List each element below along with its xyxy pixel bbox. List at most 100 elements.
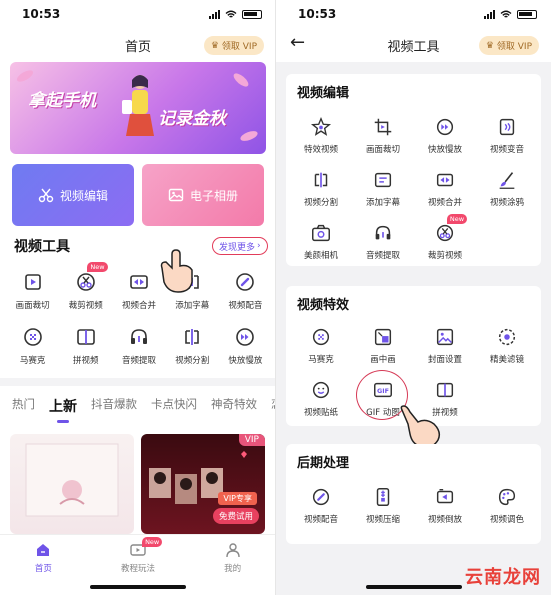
tool-speed[interactable]: 快放慢放 (414, 116, 476, 155)
dub-icon (236, 273, 255, 291)
tool-trim[interactable]: New 裁剪视频 (59, 262, 112, 311)
tool-split[interactable]: 视频分割 (290, 169, 352, 208)
status-bar: 10:53 (276, 0, 551, 28)
watermark: 云南龙网 (465, 567, 541, 588)
pointing-hand-icon (160, 249, 193, 293)
tab-hot[interactable]: 热门 (12, 396, 35, 416)
tool-label: 拼视频 (73, 356, 99, 366)
scissors-icon (76, 273, 95, 291)
tool-doodle[interactable]: 视频涂鸦 (476, 169, 538, 208)
screenshot-root: 10:53 首页 ♛ 领取 VIP 拿起手机 记录金秋 视频编辑 电子相册 视频… (0, 0, 551, 595)
scissors-icon (436, 224, 454, 242)
sticker-icon (312, 381, 330, 399)
tool-pip[interactable]: 画中画 (352, 326, 414, 365)
signal-icon (209, 9, 220, 19)
tool-label: 视频压缩 (365, 515, 400, 525)
tool-split[interactable]: 视频分割 (166, 325, 219, 366)
category-tabs: 热门 上新 抖音爆款 卡点快闪 神奇特效 恋爱 (12, 396, 276, 423)
banner-text-line1: 拿起手机 (28, 91, 96, 111)
tool-crop[interactable]: 画面裁切 (6, 270, 59, 311)
tool-label: 视频贴纸 (303, 408, 338, 418)
tool-compress[interactable]: 视频压缩 (352, 486, 414, 525)
tool-dub[interactable]: 视频配音 (219, 270, 272, 311)
crop-icon (374, 118, 392, 136)
section-post-processing: 后期处理 视频配音 视频压缩 视频倒放 视频调色 (286, 444, 541, 544)
battery-icon (242, 9, 262, 19)
photo-album-button[interactable]: 电子相册 (142, 164, 264, 226)
tool-filter[interactable]: 精美滤镜 (476, 326, 538, 365)
tool-merge[interactable]: 视频合并 (414, 169, 476, 208)
split-icon (185, 329, 199, 345)
merge-icon (130, 275, 148, 289)
status-time: 10:53 (22, 7, 61, 21)
tool-speed[interactable]: 快放慢放 (219, 325, 272, 366)
split-screen-icon (76, 329, 95, 345)
discover-more-button[interactable]: 发现更多 › (212, 237, 268, 255)
tool-color-grade[interactable]: 视频调色 (476, 486, 538, 525)
tool-dub[interactable]: 视频配音 (290, 486, 352, 525)
tool-label: 快放慢放 (427, 145, 462, 155)
section-separator (0, 378, 276, 386)
template-card[interactable] (10, 434, 134, 534)
subtitle-icon (374, 172, 392, 188)
profile-icon (225, 543, 240, 558)
tool-label: 视频分割 (303, 198, 338, 208)
tool-label: 视频配音 (303, 515, 338, 525)
tool-voice-change[interactable]: 视频变音 (476, 116, 538, 155)
tool-reverse[interactable]: 视频倒放 (414, 486, 476, 525)
tabbar-profile[interactable]: 我的 (224, 541, 242, 595)
tool-cover[interactable]: 封面设置 (414, 326, 476, 365)
video-edit-label: 视频编辑 (59, 188, 108, 203)
tool-subtitle[interactable]: 添加字幕 (352, 169, 414, 208)
banner-text-line2: 记录金秋 (158, 109, 226, 129)
video-edit-button[interactable]: 视频编辑 (12, 164, 134, 226)
tool-collage[interactable]: 拼视频 (59, 325, 112, 366)
tab-effects[interactable]: 神奇特效 (211, 396, 257, 416)
tool-beauty-camera[interactable]: 美颜相机 (290, 222, 352, 261)
claim-vip-button[interactable]: ♛ 领取 VIP (203, 36, 264, 55)
status-bar: 10:53 (0, 0, 276, 28)
tool-audio-extract[interactable]: 音频提取 (352, 222, 414, 261)
tool-label: 裁剪视频 (427, 251, 462, 261)
filter-icon (498, 328, 516, 346)
back-arrow-icon[interactable]: ← (290, 32, 305, 53)
home-navbar: 首页 ♛ 领取 VIP (0, 30, 276, 60)
home-indicator (365, 585, 462, 589)
tool-trim[interactable]: New 裁剪视频 (414, 214, 476, 261)
tool-label: 音频提取 (121, 356, 156, 366)
signal-icon (484, 9, 495, 19)
tabbar-home[interactable]: 首页 (34, 541, 52, 595)
tool-effects-video[interactable]: 特效视频 (290, 116, 352, 155)
wifi-icon (500, 10, 512, 18)
claim-vip-button[interactable]: ♛ 领取 VIP (478, 36, 539, 55)
section-title: 视频编辑 (297, 86, 350, 101)
brush-icon (499, 172, 515, 189)
bottom-tabbar: 首页 New 教程玩法 我的 (0, 534, 276, 595)
tab-beat[interactable]: 卡点快闪 (151, 396, 197, 416)
banner-leaf (15, 68, 35, 84)
crown-icon: ♛ (485, 40, 494, 51)
new-badge: New (446, 214, 468, 224)
tool-mosaic[interactable]: 马赛克 (6, 325, 59, 366)
palette-icon (498, 488, 516, 506)
tool-sticker[interactable]: 视频贴纸 (290, 379, 352, 418)
free-trial-button[interactable]: 免费试用 (212, 508, 259, 524)
tool-grid: 画面裁切 New 裁剪视频 视频合并 添加字幕 视频配音 马赛克 拼视频 音频提… (6, 262, 272, 366)
tab-douyin[interactable]: 抖音爆款 (91, 396, 137, 416)
tool-label: 音频提取 (365, 251, 400, 261)
claim-vip-label: 领取 VIP (496, 42, 532, 52)
tabbar-label: 我的 (224, 564, 242, 574)
camera-icon (312, 224, 330, 242)
tool-label: 快放慢放 (228, 356, 263, 366)
tool-label: 裁剪视频 (68, 301, 103, 311)
tool-crop[interactable]: 画面裁切 (352, 116, 414, 155)
tool-mosaic[interactable]: 马赛克 (290, 326, 352, 365)
tabbar-label: 首页 (34, 564, 52, 574)
template-card-vip[interactable]: VIP VIP专享 免费试用 (141, 434, 265, 534)
tool-audio-extract[interactable]: 音频提取 (112, 325, 165, 366)
section-title: 视频特效 (297, 298, 350, 313)
promo-banner[interactable]: 拿起手机 记录金秋 (10, 62, 266, 154)
crop-icon (24, 274, 41, 290)
banner-leaf (239, 129, 259, 143)
tab-new[interactable]: 上新 (49, 396, 77, 423)
